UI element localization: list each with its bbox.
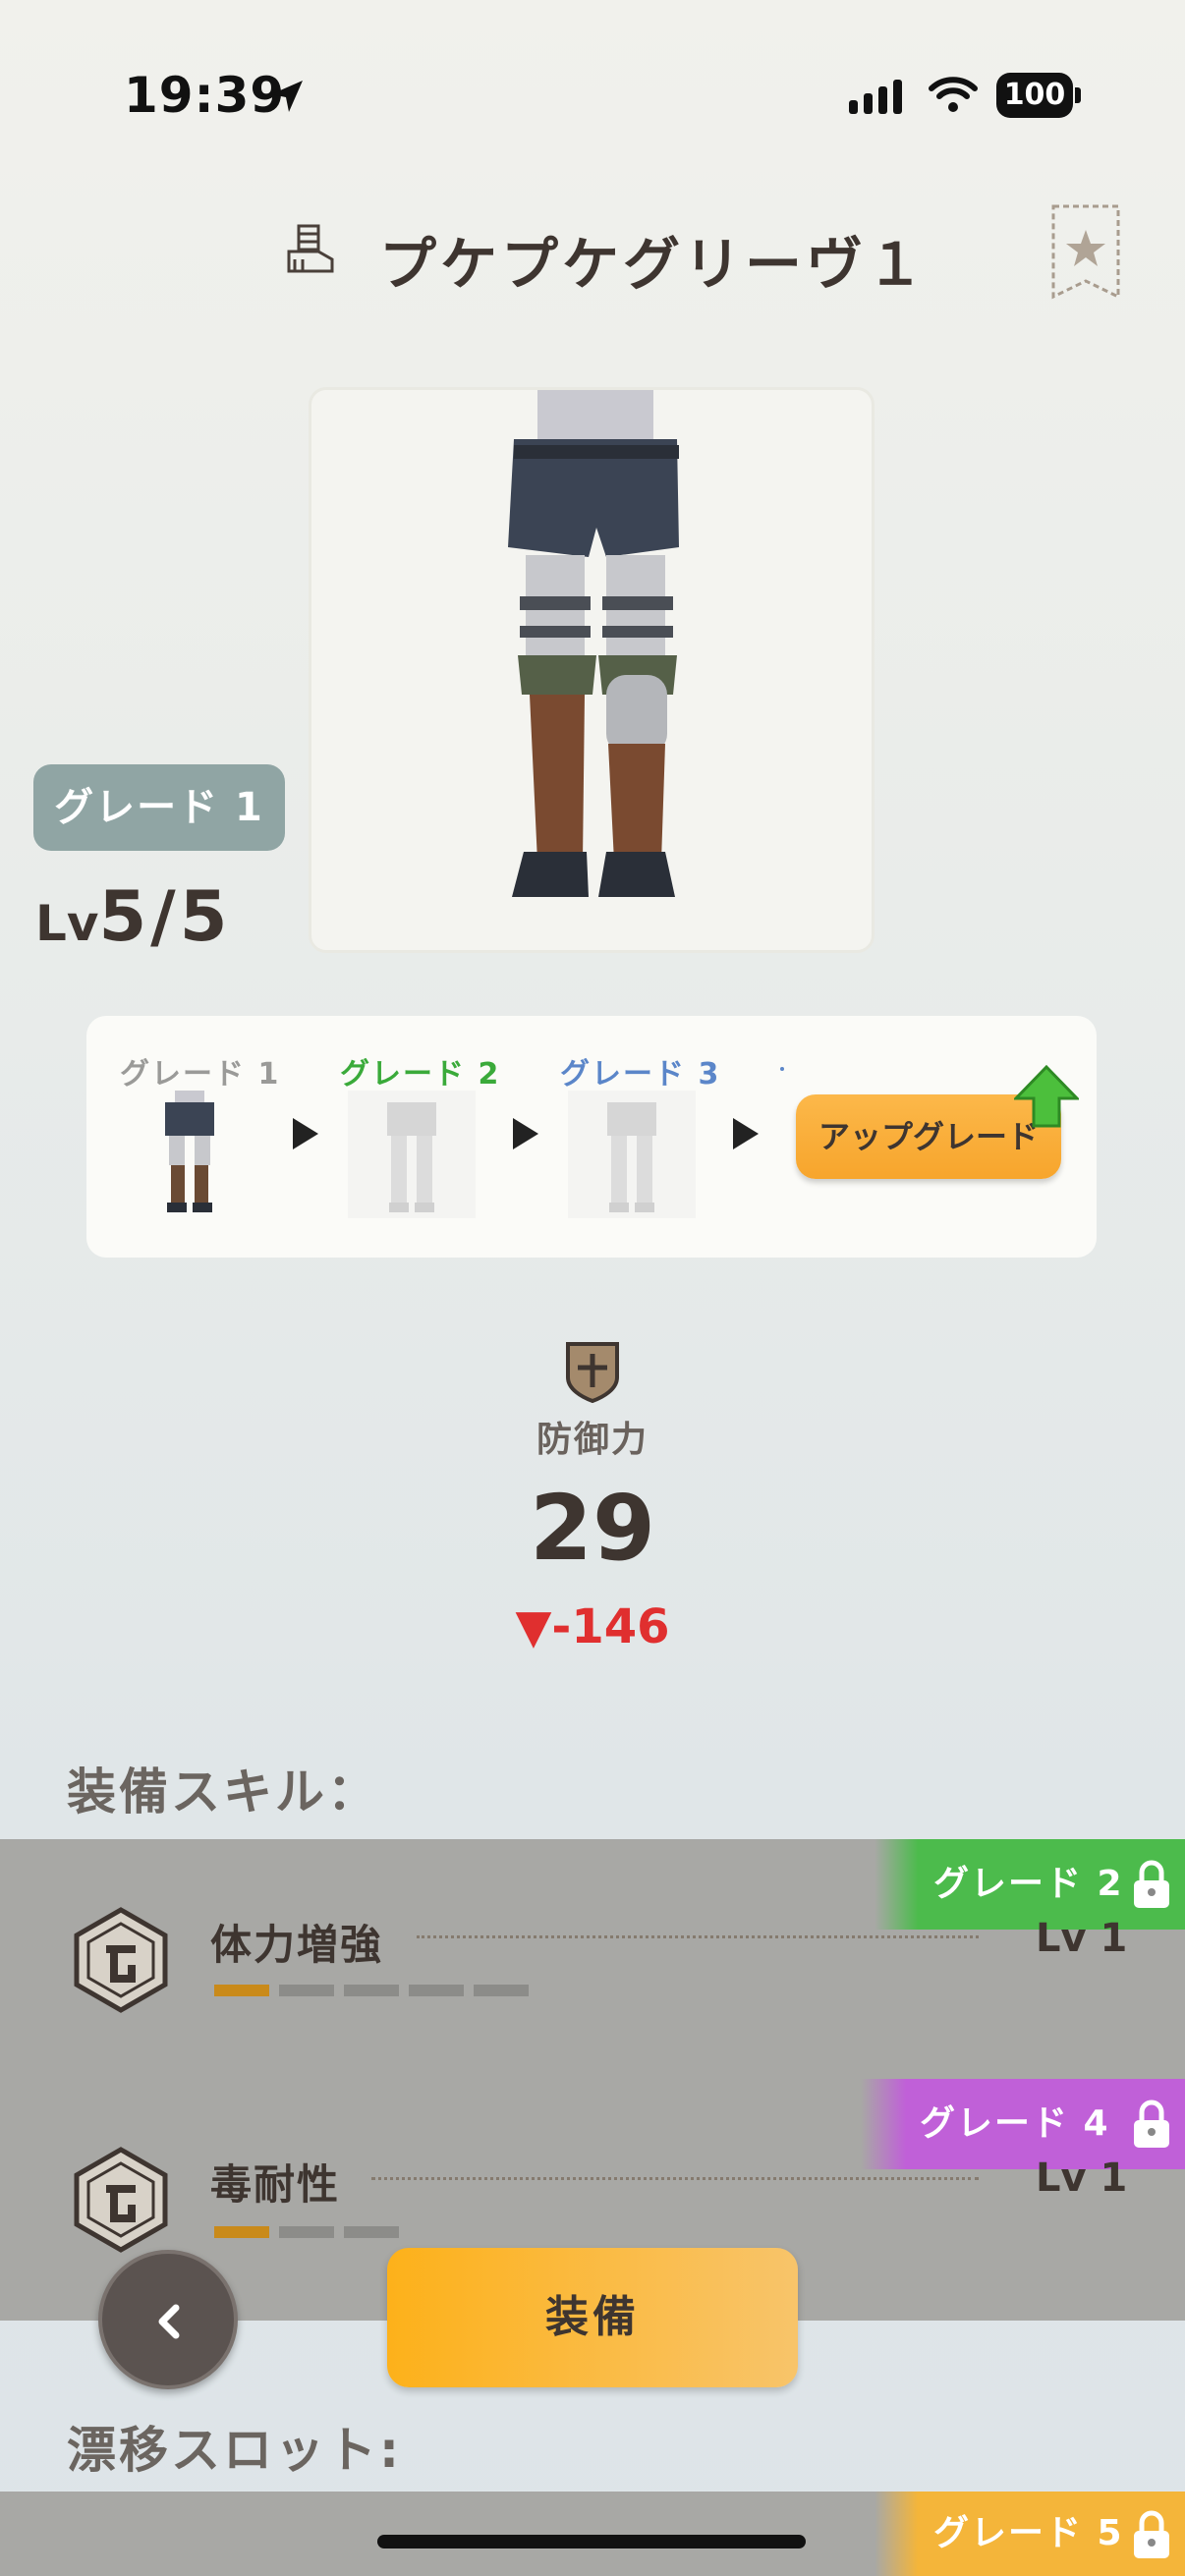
location-arrow-icon: [271, 81, 303, 112]
skill-level-segment: [214, 2226, 269, 2238]
battery-level: 100: [996, 73, 1073, 118]
grade-1-thumbnail[interactable]: [126, 1091, 254, 1218]
grade-lock-label: グレード 2: [933, 1864, 1124, 1904]
level-value: 5/5: [98, 876, 232, 957]
skill-poison-resist-icon: [74, 2147, 168, 2253]
wifi-icon: [929, 77, 978, 112]
skill-level-segment: [279, 2226, 334, 2238]
skill-name: 体力増強: [210, 1921, 384, 1969]
grade-3-label: グレード 3: [560, 1057, 721, 1092]
grade-lock-badge: グレード 5: [875, 2492, 1185, 2576]
skill-name: 毒耐性: [210, 2160, 341, 2209]
upgrade-arrow-icon: [1014, 1065, 1079, 1128]
leg-armor-icon: [287, 224, 334, 273]
signal-icon: [849, 80, 902, 114]
drift-slot-heading: 漂移スロット:: [67, 2422, 402, 2479]
skill-leader-dots: [371, 2177, 979, 2180]
grade-progression: グレード 1 グレード 2 グレード 3 アップグレード: [86, 1016, 1097, 1258]
star-bookmark-icon[interactable]: [1049, 202, 1122, 301]
equipment-preview: [309, 387, 875, 953]
drift-slot-row: グレード 5: [0, 2492, 1185, 2576]
arrow-right-icon: [513, 1118, 538, 1149]
page-title: プケプケグリーヴ１: [379, 231, 929, 298]
chevron-left-icon: [158, 2304, 180, 2339]
grade-1-label: グレード 1: [120, 1057, 281, 1092]
skill-leader-dots: [417, 1935, 979, 1938]
defense-diff: ▼-146: [515, 1599, 670, 1654]
grade-lock-label: グレード 4: [920, 2103, 1110, 2144]
skills-heading: 装備スキル：: [67, 1764, 379, 1820]
lock-icon: [1134, 1860, 1169, 1908]
greaves-image: [508, 390, 679, 897]
skill-level-segment: [474, 1985, 529, 1996]
lock-icon: [1134, 2100, 1169, 2148]
decorative-dot: [780, 1067, 784, 1071]
grade-badge: グレード 1: [33, 764, 285, 851]
level-prefix: Lv: [35, 895, 99, 952]
skill-level-segment: [214, 1985, 269, 1996]
grade-3-thumbnail[interactable]: [568, 1091, 696, 1218]
grade-2-thumbnail[interactable]: [348, 1091, 476, 1218]
defense-label: 防御力: [536, 1420, 649, 1460]
skill-level: Lv 1: [1036, 1916, 1128, 1961]
home-indicator: [377, 2535, 806, 2548]
grade-lock-label: グレード 5: [933, 2513, 1124, 2553]
shield-icon: [566, 1342, 619, 1403]
arrow-right-icon: [733, 1118, 759, 1149]
battery-icon: 100: [996, 73, 1081, 118]
skill-level: Lv 1: [1036, 2156, 1128, 2201]
defense-value: 29: [529, 1476, 656, 1581]
skill-level-segment: [344, 2226, 399, 2238]
grade-2-label: グレード 2: [340, 1057, 501, 1092]
skill-level-segment: [344, 1985, 399, 1996]
lock-icon: [1134, 2510, 1169, 2558]
skill-level-segment: [409, 1985, 464, 1996]
level-text: Lv5/5: [35, 876, 231, 957]
status-time: 19:39: [124, 67, 286, 124]
grade-lock-badge: グレード 4: [861, 2079, 1185, 2169]
equip-button[interactable]: 装備: [387, 2248, 798, 2387]
skill-health-icon: [74, 1907, 168, 2013]
arrow-right-icon: [293, 1118, 318, 1149]
back-button[interactable]: [98, 2250, 238, 2389]
grade-lock-badge: グレード 2: [875, 1839, 1185, 1930]
skill-level-segment: [279, 1985, 334, 1996]
